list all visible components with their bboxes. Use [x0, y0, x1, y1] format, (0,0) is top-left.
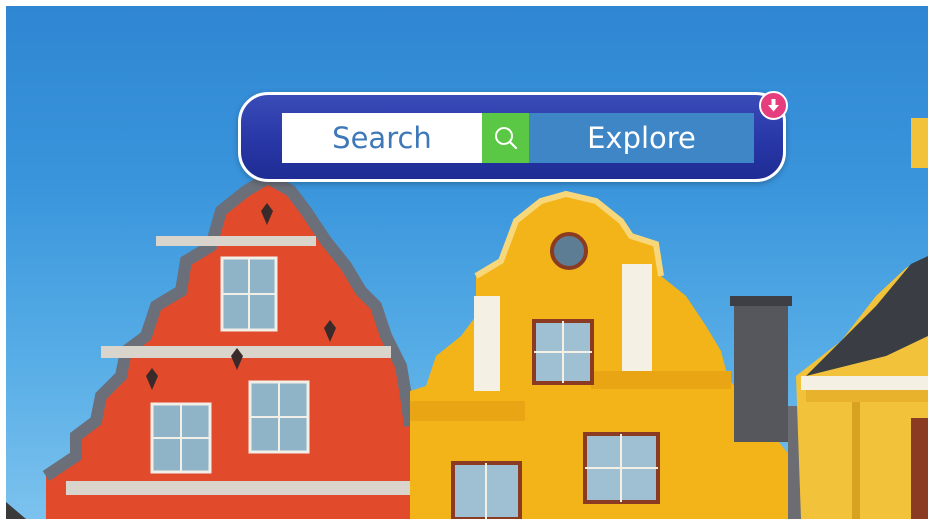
download-badge[interactable]: [759, 91, 788, 120]
right-building: [796, 118, 928, 519]
red-building: [42, 172, 416, 519]
search-icon: [494, 127, 517, 150]
page-frame: Search Explore: [0, 0, 928, 519]
search-widget: Search Explore: [238, 92, 786, 182]
background-photo: [6, 6, 928, 519]
buildings-illustration: [6, 118, 928, 519]
search-icon-button[interactable]: [482, 113, 529, 163]
search-button[interactable]: Search: [282, 113, 482, 163]
left-corner-shadow: [6, 502, 26, 519]
arrow-down-icon: [768, 99, 779, 112]
explore-button[interactable]: Explore: [529, 113, 754, 163]
